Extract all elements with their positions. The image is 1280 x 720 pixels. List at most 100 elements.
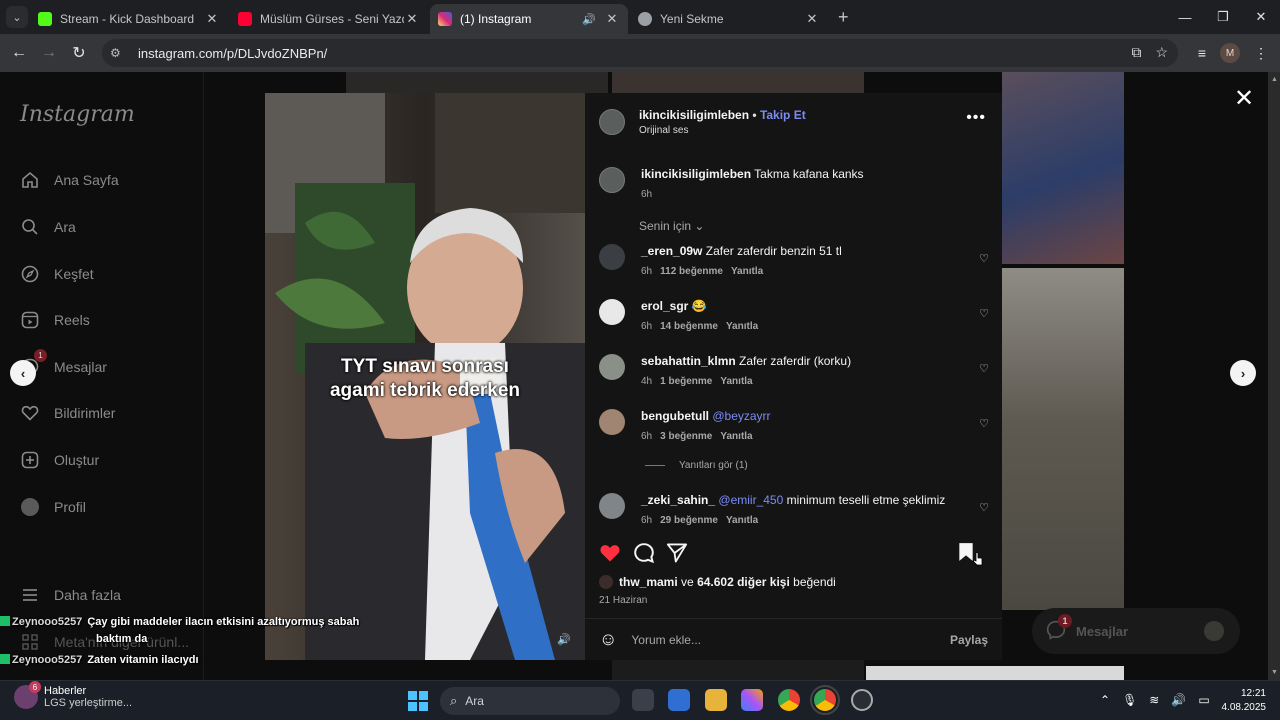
taskbar-clock[interactable]: 12:21 4.08.2025 (1218, 687, 1267, 715)
tab-search-button[interactable]: ⌄ (6, 6, 28, 28)
comment-likes[interactable]: 14 beğenme (660, 321, 718, 332)
author-username[interactable]: ikincikisiligimleben (639, 108, 749, 122)
install-app-icon[interactable]: ⧉ (1131, 44, 1141, 61)
comment-username[interactable]: _eren_09w (641, 244, 702, 258)
commenter-avatar[interactable] (599, 409, 625, 435)
tab-youtube[interactable]: Müslüm Gürses - Seni Yazdım - ✕ (230, 4, 428, 34)
comment-input[interactable]: Yorum ekle... (631, 633, 701, 647)
comment-like-heart-icon[interactable]: ♡ (979, 362, 989, 375)
share-send-icon[interactable] (666, 542, 688, 564)
view-replies-button[interactable]: Yanıtları gör (1) (645, 460, 748, 471)
sidebar-item-more[interactable]: Daha fazla (20, 585, 121, 605)
comment-mention[interactable]: @emiir_450 (718, 493, 783, 507)
sidebar-item-search[interactable]: Ara (20, 217, 76, 237)
liked-by-username[interactable]: thw_mami (619, 575, 678, 589)
commenter-avatar[interactable] (599, 493, 625, 519)
profile-avatar[interactable]: M (1220, 43, 1240, 63)
sort-comments-dropdown[interactable]: Senin için ⌄ (639, 219, 704, 233)
comment-username[interactable]: bengubetull (641, 409, 709, 423)
restore-icon[interactable]: ❐ (1204, 0, 1242, 34)
reply-button[interactable]: Yanıtla (720, 376, 752, 387)
reply-button[interactable]: Yanıtla (720, 431, 752, 442)
chrome-profile-icon[interactable] (810, 685, 840, 715)
task-view-icon[interactable] (632, 689, 654, 711)
scroll-up-icon[interactable]: ▲ (1271, 76, 1278, 83)
site-info-icon[interactable]: ⚙ (110, 46, 126, 60)
back-arrow-icon[interactable]: ← (4, 44, 34, 62)
bookmark-star-icon[interactable]: ☆ (1155, 44, 1168, 61)
liked-heart-icon[interactable] (599, 542, 621, 564)
more-options-icon[interactable]: ••• (966, 109, 986, 127)
reply-button[interactable]: Yanıtla (726, 515, 758, 526)
comment-like-heart-icon[interactable]: ♡ (979, 501, 989, 514)
comment-like-heart-icon[interactable]: ♡ (979, 417, 989, 430)
emoji-icon[interactable]: ☺ (599, 629, 617, 650)
comment-username[interactable]: _zeki_sahin_ (641, 493, 715, 507)
comment-like-heart-icon[interactable]: ♡ (979, 307, 989, 320)
forward-arrow-icon[interactable]: → (34, 44, 64, 62)
comment-icon[interactable] (633, 542, 655, 564)
microphone-icon[interactable]: 🎙 (1122, 693, 1137, 707)
audio-label[interactable]: Orijinal ses (639, 125, 806, 136)
sidebar-item-profile[interactable]: Profil (20, 497, 86, 517)
sidebar-item-notifications[interactable]: Bildirimler (20, 403, 115, 423)
scroll-down-icon[interactable]: ▼ (1271, 669, 1278, 676)
sidebar-item-reels[interactable]: Reels (20, 310, 90, 330)
store-icon[interactable] (668, 689, 690, 711)
post-video[interactable]: TYT sınavı sonrası agami tebrik ederken … (265, 93, 585, 660)
comment-like-heart-icon[interactable]: ♡ (979, 252, 989, 265)
commenter-avatar[interactable] (599, 244, 625, 270)
comment-likes[interactable]: 29 beğenme (660, 515, 718, 526)
chrome-icon[interactable] (778, 689, 800, 711)
taskbar-search[interactable]: ⌕ Ara (440, 687, 620, 715)
commenter-avatar[interactable] (599, 354, 625, 380)
comment-likes[interactable]: 112 beğenme (660, 266, 723, 277)
file-explorer-icon[interactable] (705, 689, 727, 711)
comment-likes[interactable]: 1 beğenme (660, 376, 712, 387)
instagram-logo[interactable]: Instagram (20, 102, 135, 127)
follow-button[interactable]: Takip Et (760, 108, 806, 122)
battery-icon[interactable]: ▭ (1198, 693, 1209, 707)
previous-post-arrow-icon[interactable]: ‹ (10, 360, 36, 386)
messages-floating-button[interactable]: 1 Mesajlar (1032, 608, 1240, 654)
post-date[interactable]: 21 Haziran (599, 595, 647, 606)
liked-by-count[interactable]: 64.602 diğer kişi (697, 575, 790, 589)
comment-mention[interactable]: @beyzayrr (712, 409, 770, 423)
volume-icon[interactable]: 🔊 (1171, 693, 1186, 707)
chevron-up-icon[interactable]: ⌃ (1100, 693, 1110, 707)
close-tab-icon[interactable]: ✕ (804, 11, 820, 27)
comment-username[interactable]: sebahattin_klmn (641, 354, 736, 368)
tab-new[interactable]: Yeni Sekme ✕ (630, 4, 828, 34)
wifi-icon[interactable]: ≋ (1149, 693, 1159, 707)
post-comment-button[interactable]: Paylaş (950, 633, 988, 647)
url-bar[interactable]: ⚙ instagram.com/p/DLJvdoZNBPn/ ⧉ ☆ (102, 39, 1178, 67)
app-icon[interactable] (851, 689, 873, 711)
commenter-avatar[interactable] (599, 299, 625, 325)
copilot-icon[interactable] (741, 689, 763, 711)
reply-button[interactable]: Yanıtla (731, 266, 763, 277)
reply-button[interactable]: Yanıtla (726, 321, 758, 332)
news-widget[interactable]: 6 Haberler LGS yerleştirme... (14, 681, 132, 709)
liked-by-summary[interactable]: thw_mami ve 64.602 diğer kişi beğendi (599, 575, 836, 589)
close-tab-icon[interactable]: ✕ (604, 11, 620, 27)
windows-start-icon[interactable] (408, 691, 428, 711)
minimize-icon[interactable]: — (1166, 0, 1204, 34)
comment-username[interactable]: erol_sgr (641, 299, 688, 313)
new-tab-plus-icon[interactable]: + (838, 7, 849, 28)
next-post-arrow-icon[interactable]: › (1230, 360, 1256, 386)
comment-username[interactable]: ikincikisiligimleben (641, 167, 751, 181)
sidebar-item-create[interactable]: Oluştur (20, 450, 99, 470)
close-tab-icon[interactable]: ✕ (204, 11, 220, 27)
close-tab-icon[interactable]: ✕ (404, 11, 420, 27)
media-controls-icon[interactable]: ≡ (1198, 45, 1206, 61)
speaker-icon[interactable]: 🔊 (582, 13, 596, 26)
sidebar-item-home[interactable]: Ana Sayfa (20, 170, 119, 190)
comment-likes[interactable]: 3 beğenme (660, 431, 712, 442)
tab-kick[interactable]: Stream - Kick Dashboard ✕ (30, 4, 228, 34)
volume-icon[interactable]: 🔊 (557, 633, 571, 646)
page-scrollbar[interactable]: ▲ ▼ (1268, 72, 1280, 680)
menu-kebab-icon[interactable]: ⋮ (1254, 45, 1268, 62)
close-modal-icon[interactable]: ✕ (1234, 84, 1254, 113)
tab-instagram[interactable]: (1) Instagram 🔊 ✕ (430, 4, 628, 34)
close-window-icon[interactable]: ✕ (1242, 0, 1280, 34)
